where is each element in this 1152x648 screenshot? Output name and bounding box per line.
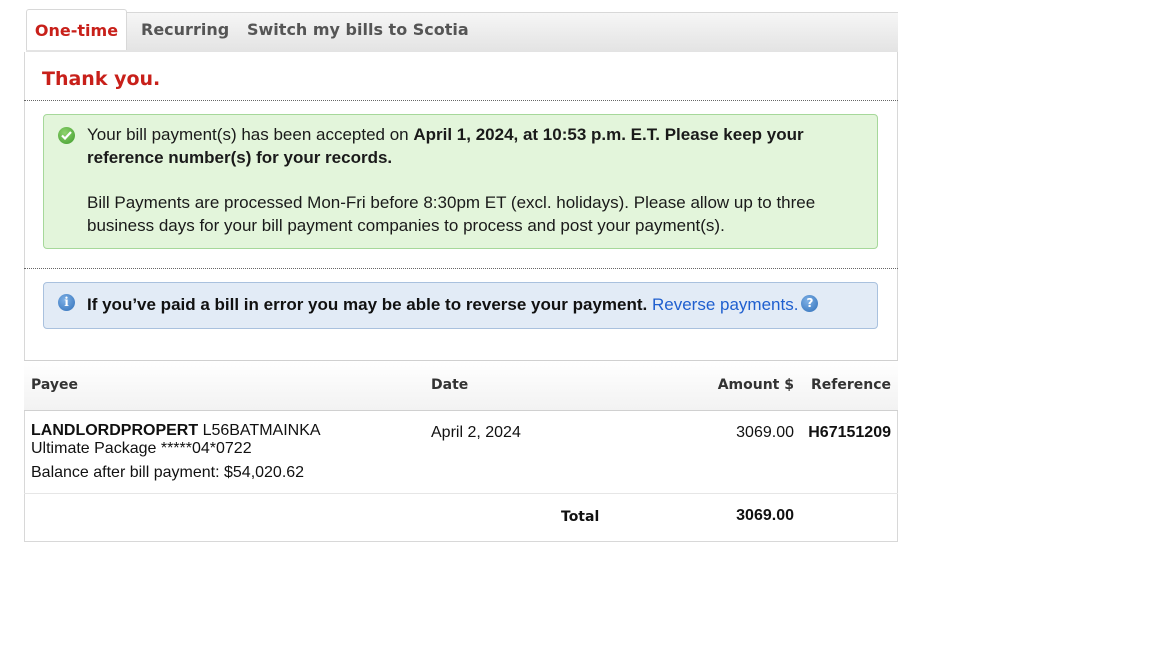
tab-one-time[interactable]: One-time [26, 9, 127, 50]
reverse-payment-info-box: i If you’ve paid a bill in error you may… [43, 282, 878, 329]
accepted-text: Your bill payment(s) has been accepted o… [87, 125, 414, 144]
info-icon: i [58, 294, 75, 311]
total-amount: 3069.00 [736, 507, 794, 524]
success-message: Your bill payment(s) has been accepted o… [87, 124, 857, 237]
success-message-box: Your bill payment(s) has been accepted o… [43, 114, 878, 249]
payment-date: April 2, 2024 [431, 424, 521, 441]
question-icon[interactable]: ? [801, 295, 819, 312]
payment-amount: 3069.00 [736, 424, 794, 441]
col-payee[interactable]: Payee [31, 377, 78, 393]
tab-panel: Thank you. Your bill payment(s) has been… [24, 52, 898, 542]
payee-code: L56BATMAINKA [202, 422, 321, 439]
col-reference[interactable]: Reference [811, 377, 891, 393]
table-row: LANDLORDPROPERT L56BATMAINKA Ultimate Pa… [24, 411, 898, 494]
payee-account: Ultimate Package *****04*0722 [31, 440, 252, 457]
processing-note: Bill Payments are processed Mon-Fri befo… [87, 193, 816, 235]
bill-payment-confirmation: One-time Recurring Switch my bills to Sc… [24, 8, 898, 542]
balance-after-payment: Balance after bill payment: $54,020.62 [31, 464, 305, 481]
check-circle-icon [58, 127, 75, 144]
payee-name: LANDLORDPROPERT [31, 422, 199, 439]
info-message: If you’ve paid a bill in error you may b… [87, 295, 819, 315]
tab-bar: One-time Recurring Switch my bills to Sc… [26, 9, 898, 52]
table-header: Payee Date Amount $ Reference [24, 361, 898, 411]
total-label: Total [561, 509, 600, 525]
reference-number: H67151209 [808, 424, 891, 441]
col-date[interactable]: Date [431, 377, 468, 393]
reverse-payments-link[interactable]: Reverse payments. [652, 295, 798, 314]
page-title: Thank you. [42, 68, 161, 90]
payments-table: Payee Date Amount $ Reference LANDLORDPR… [24, 360, 898, 541]
info-text: If you’ve paid a bill in error you may b… [87, 295, 648, 314]
payee-cell: LANDLORDPROPERT L56BATMAINKA [31, 422, 321, 440]
col-amount[interactable]: Amount $ [718, 377, 794, 393]
tab-switch-bills[interactable]: Switch my bills to Scotia [247, 13, 469, 51]
total-row: Total 3069.00 [24, 494, 898, 541]
tab-recurring[interactable]: Recurring [141, 13, 229, 51]
